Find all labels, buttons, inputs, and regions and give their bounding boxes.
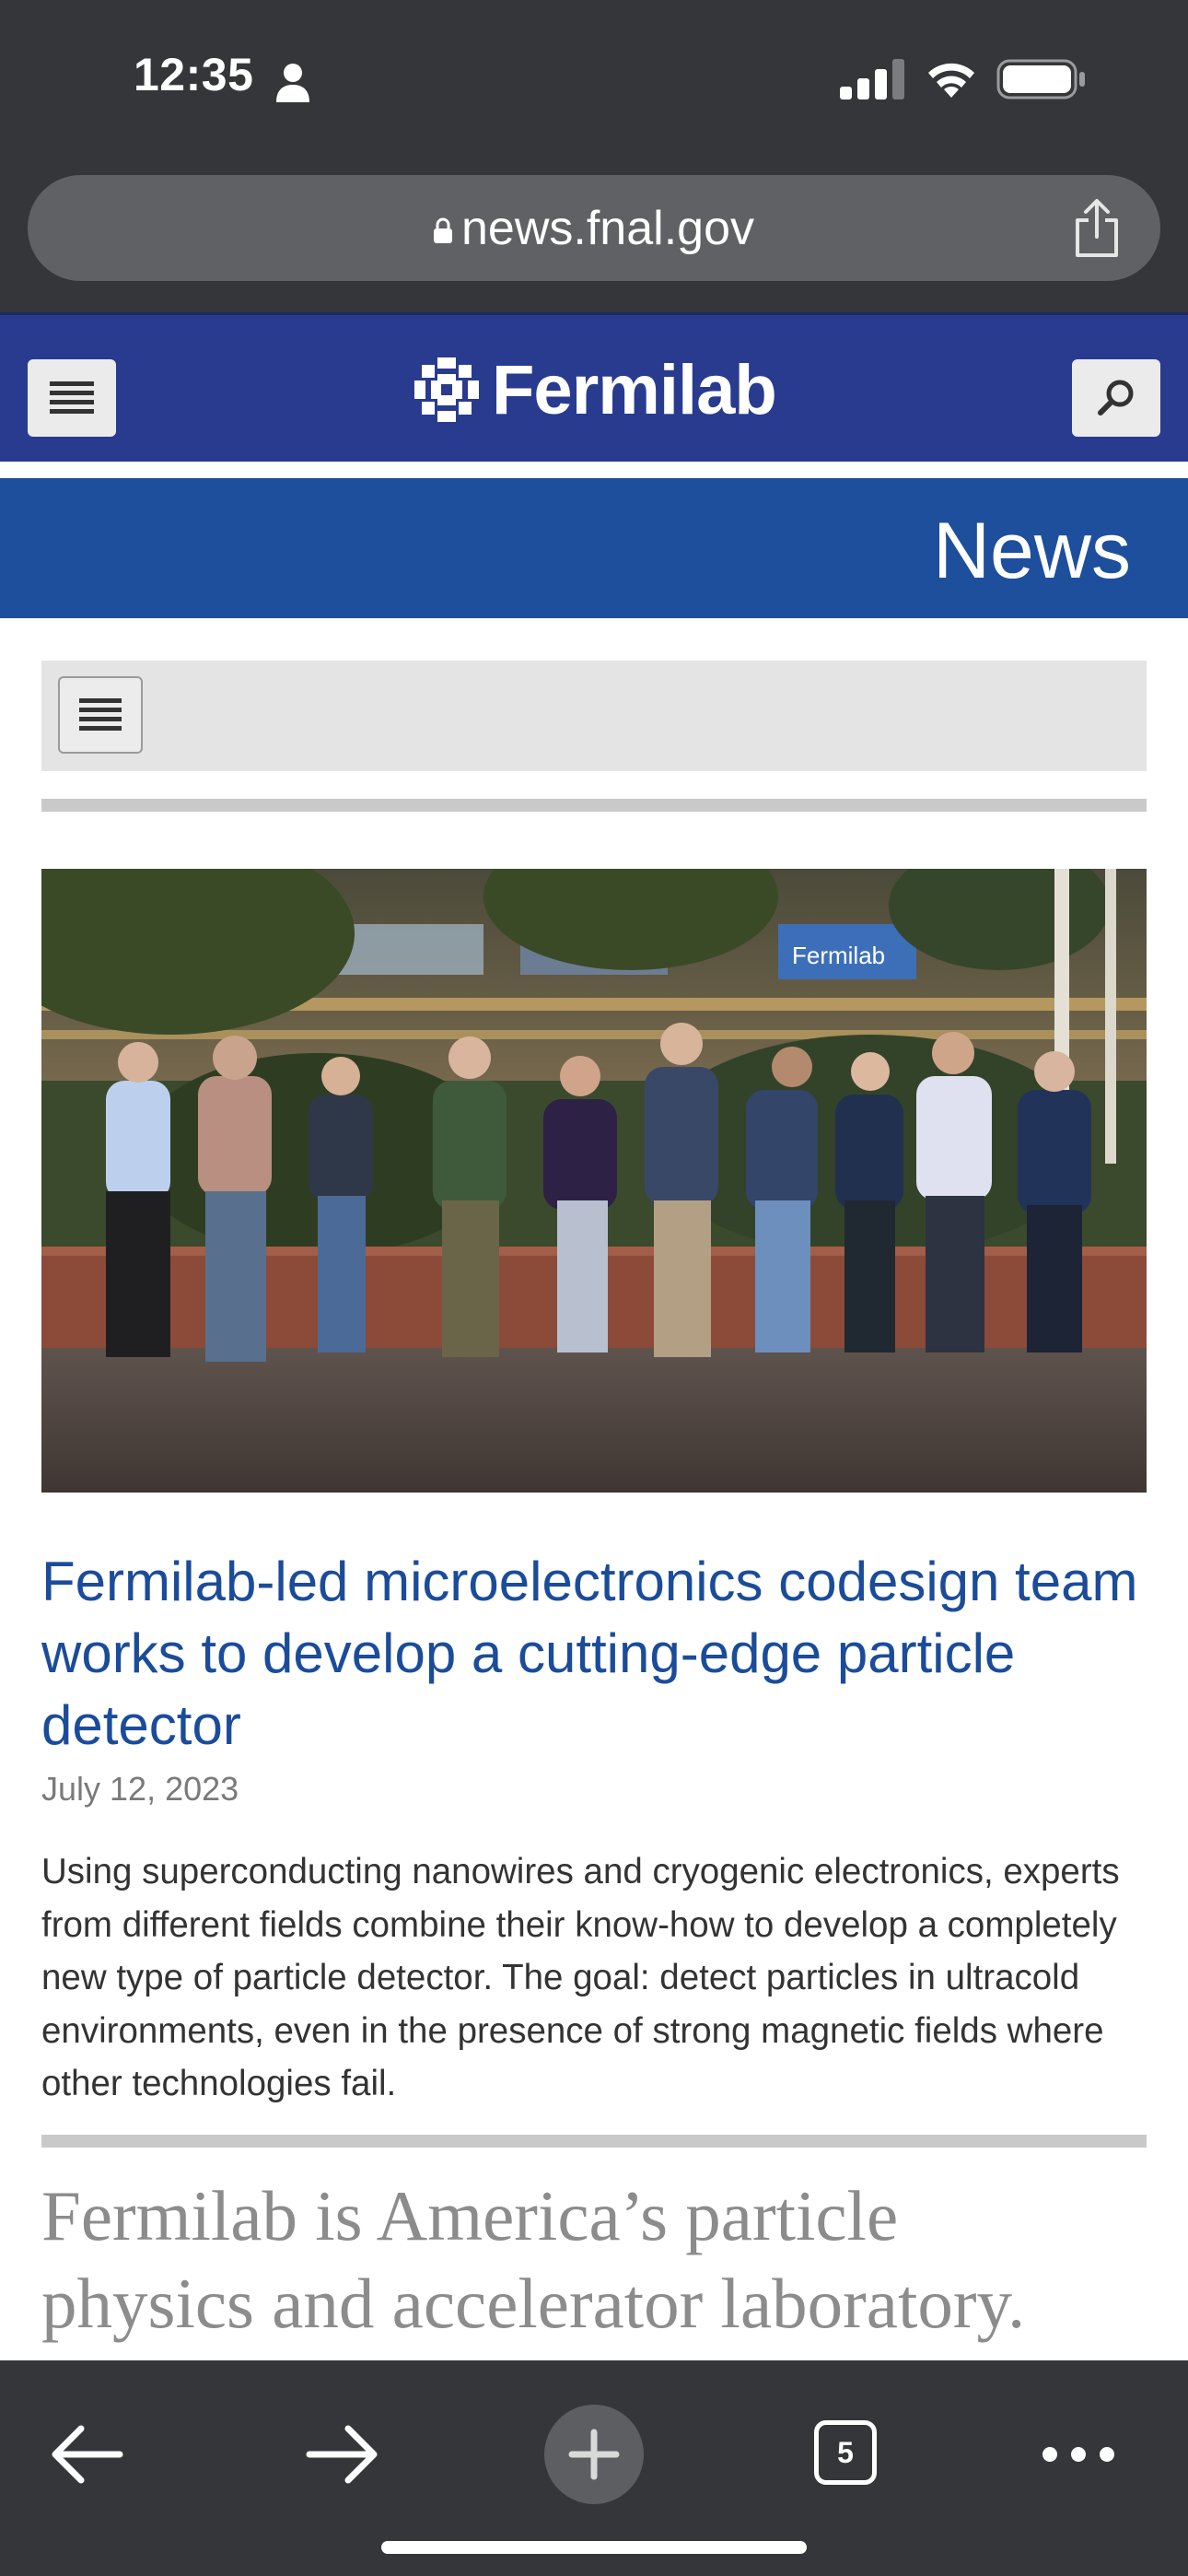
lab-tagline: Fermilab is America’s particle physics an… <box>41 2172 1174 2348</box>
header-separator <box>0 462 1188 478</box>
address-bar[interactable]: news.fnal.gov <box>28 175 1160 281</box>
article-summary: Using superconducting nanowires and cryo… <box>41 1852 1120 2103</box>
battery-icon <box>996 59 1085 100</box>
hamburger-menu-icon <box>79 698 122 731</box>
back-arrow-icon[interactable] <box>50 2418 125 2491</box>
tagline-line-1: Fermilab is America’s particle <box>41 2176 899 2255</box>
hamburger-menu-icon <box>50 381 94 414</box>
fermilab-logo-icon <box>414 357 479 422</box>
tagline-line-2: physics and accelerator laboratory. <box>41 2264 1026 2343</box>
lock-icon <box>434 217 453 243</box>
main-menu-button[interactable] <box>28 359 116 437</box>
browser-top-chrome: 12:35 news.fnal.gov <box>0 0 1188 312</box>
section-menu-button[interactable] <box>58 676 143 754</box>
article-title-link[interactable]: Fermilab-led microelectronics codesign t… <box>41 1546 1147 1762</box>
plus-icon <box>568 2429 620 2480</box>
site-header: Fermilab <box>0 312 1188 462</box>
new-tab-button[interactable] <box>544 2405 644 2504</box>
section-title: News <box>932 507 1131 595</box>
article-photo[interactable]: Fermilab <box>41 869 1147 1493</box>
divider <box>41 799 1147 812</box>
fermilab-logo-link[interactable]: Fermilab <box>413 348 777 431</box>
article-date: July 12, 2023 <box>41 1770 239 1808</box>
search-icon <box>1098 380 1134 416</box>
team-photo-image: Fermilab <box>41 869 1147 1493</box>
url-text: news.fnal.gov <box>461 202 754 255</box>
forward-arrow-icon[interactable] <box>304 2418 379 2491</box>
share-icon[interactable] <box>1072 198 1122 259</box>
divider <box>41 2135 1147 2148</box>
tab-switcher-button[interactable]: 5 <box>814 2420 877 2485</box>
wifi-icon <box>928 63 974 98</box>
photo-sign-text: Fermilab <box>792 942 885 969</box>
section-banner: News <box>0 478 1188 618</box>
more-dots-icon[interactable] <box>1041 2441 1116 2467</box>
home-indicator[interactable] <box>381 2541 807 2554</box>
cellular-signal-icon <box>840 59 904 100</box>
search-button[interactable] <box>1072 359 1160 437</box>
section-nav <box>41 661 1147 771</box>
person-icon <box>276 64 309 102</box>
brand-name: Fermilab <box>492 350 777 429</box>
status-time: 12:35 <box>134 49 254 100</box>
